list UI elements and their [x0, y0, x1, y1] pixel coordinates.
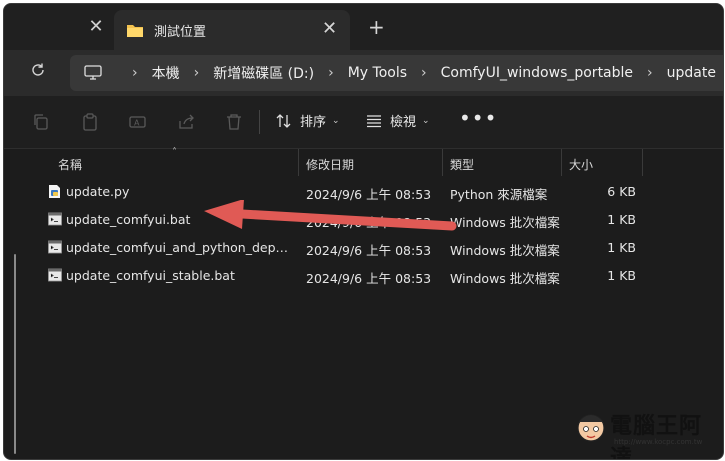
file-date: 2024/9/6 上午 08:53 [306, 271, 432, 286]
column-header-size[interactable]: 大小 [569, 156, 593, 173]
tab-close-button[interactable]: ✕ [322, 20, 337, 38]
chevron-right-icon[interactable]: › [328, 65, 334, 81]
file-size: 1 KB [607, 268, 636, 283]
chevron-right-icon[interactable]: › [421, 65, 427, 81]
new-tab-button[interactable]: + [368, 17, 385, 37]
folder-icon [126, 22, 144, 42]
sort-icon [276, 113, 291, 128]
file-size: 1 KB [607, 212, 636, 227]
column-divider[interactable] [642, 149, 643, 176]
breadcrumb: › 本機 › 新增磁碟區 (D:) › My Tools › ComfyUI_w… [118, 55, 716, 91]
python-file-icon [48, 184, 61, 199]
breadcrumb-this-pc[interactable]: 本機 [152, 63, 180, 83]
more-options-button[interactable]: ••• [459, 106, 497, 130]
file-name: update_comfyui_and_python_depend... [66, 240, 292, 255]
annotation-arrow [204, 200, 457, 231]
scrollbar[interactable] [14, 254, 16, 454]
svg-text:A: A [134, 119, 140, 128]
delete-icon[interactable] [225, 113, 243, 131]
tab-test-location[interactable]: 測試位置 ✕ [114, 10, 350, 50]
watermark-url: http://www.kocpc.com.tw [614, 438, 703, 446]
view-label: 檢視 [390, 115, 417, 130]
column-divider[interactable] [298, 149, 299, 176]
view-button[interactable]: 檢視 ⌄ [366, 111, 430, 130]
paste-icon[interactable] [81, 113, 99, 131]
watermark-text: 電腦王阿達 [610, 413, 703, 460]
tab-title: 測試位置 [154, 25, 207, 40]
file-type: Windows 批次檔案 [450, 271, 560, 286]
breadcrumb-comfyui[interactable]: ComfyUI_windows_portable [441, 65, 633, 81]
column-divider[interactable] [442, 149, 443, 176]
file-explorer-window: ✕ 測試位置 ✕ + › 本機 › 新增磁碟區 (D:) › My Tools [3, 3, 724, 460]
column-headers: ˄ 名稱 修改日期 類型 大小 [4, 147, 723, 176]
address-bar[interactable]: › 本機 › 新增磁碟區 (D:) › My Tools › ComfyUI_w… [70, 55, 723, 91]
file-date: 2024/9/6 上午 08:53 [306, 243, 432, 258]
this-pc-icon[interactable] [84, 65, 102, 85]
sort-button[interactable]: 排序 ⌄ [276, 111, 340, 130]
column-divider[interactable] [561, 149, 562, 176]
file-type: Windows 批次檔案 [450, 243, 560, 258]
batch-file-icon [48, 212, 62, 227]
copy-icon[interactable] [32, 113, 50, 131]
watermark-logo: 電腦王阿達 http://www.kocpc.com.tw [574, 404, 723, 459]
breadcrumb-update[interactable]: update [667, 65, 716, 81]
file-name: update.py [66, 184, 130, 199]
chevron-right-icon[interactable]: › [194, 65, 200, 81]
file-size: 6 KB [607, 184, 636, 199]
toolbar-divider [259, 110, 260, 134]
address-row: › 本機 › 新增磁碟區 (D:) › My Tools › ComfyUI_w… [4, 50, 723, 96]
batch-file-icon [48, 268, 62, 283]
share-icon[interactable] [177, 113, 195, 131]
chevron-right-icon[interactable]: › [132, 65, 138, 81]
tab-strip: ✕ 測試位置 ✕ + [4, 4, 723, 50]
sort-label: 排序 [300, 115, 327, 130]
breadcrumb-drive-d[interactable]: 新增磁碟區 (D:) [213, 63, 314, 83]
file-type: Python 來源檔案 [450, 187, 548, 202]
view-list-icon [367, 114, 381, 127]
breadcrumb-my-tools[interactable]: My Tools [348, 65, 407, 81]
column-header-date[interactable]: 修改日期 [306, 156, 354, 173]
file-name: update_comfyui_stable.bat [66, 268, 235, 283]
rename-icon[interactable]: A [129, 113, 147, 131]
file-size: 1 KB [607, 240, 636, 255]
column-header-type[interactable]: 類型 [450, 156, 474, 173]
sort-ascending-icon: ˄ [172, 147, 177, 158]
chevron-down-icon: ⌄ [422, 115, 430, 126]
previous-tab-close-button[interactable]: ✕ [88, 18, 104, 36]
column-header-name[interactable]: 名稱 [58, 156, 82, 173]
refresh-icon[interactable] [30, 62, 46, 83]
file-row[interactable]: update_comfyui_stable.bat 2024/9/6 上午 08… [4, 261, 644, 289]
chevron-down-icon: ⌄ [332, 115, 340, 126]
chevron-right-icon[interactable]: › [647, 65, 653, 81]
file-type: Windows 批次檔案 [450, 215, 560, 230]
batch-file-icon [48, 240, 62, 255]
command-bar: A 排序 ⌄ 檢視 ⌄ ••• [4, 96, 723, 149]
mascot-icon [577, 414, 605, 442]
